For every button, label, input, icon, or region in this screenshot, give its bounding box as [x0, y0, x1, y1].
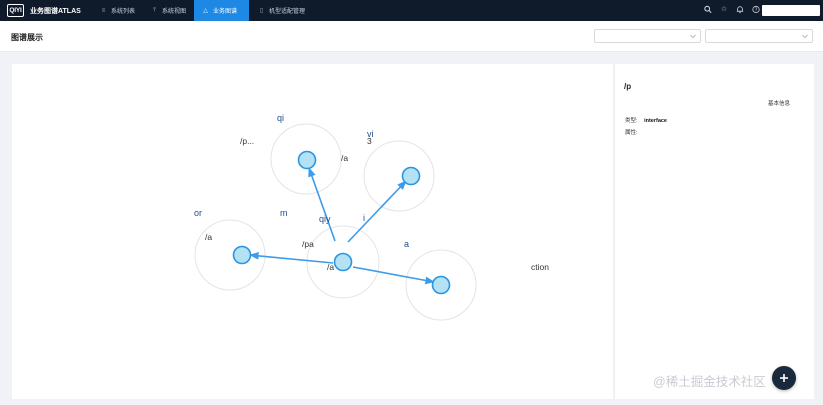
- nav-label: 机型适配管理: [269, 9, 306, 15]
- chevron-down-icon: [802, 34, 808, 39]
- graph-node[interactable]: [232, 245, 252, 265]
- node-label: a: [404, 239, 410, 249]
- detail-type: 类型: interface: [625, 116, 667, 124]
- graph-node[interactable]: [401, 166, 421, 186]
- chevron-down-icon: [690, 34, 696, 39]
- graph-svg[interactable]: [12, 64, 613, 399]
- type-value: interface: [644, 118, 667, 124]
- type-label: 类型:: [625, 118, 638, 124]
- top-navbar: QIYI 业务图谱ATLAS ≡ 系统列表 ⫯ 系统视图 △ 业务图谱 ▯ 机型…: [0, 0, 823, 21]
- graph-node[interactable]: [333, 252, 353, 272]
- node-label: /a: [341, 153, 349, 163]
- page-title: 图谱展示: [11, 33, 43, 42]
- detail-title: /p: [624, 82, 632, 91]
- nav-system-view[interactable]: ⫯ 系统视图: [143, 0, 194, 21]
- app-title: 业务图谱ATLAS: [30, 8, 81, 15]
- nav-business-graph[interactable]: △ 业务图谱: [194, 0, 249, 21]
- props-label: 属性:: [625, 130, 638, 136]
- tab-basic-info[interactable]: 基本信息: [768, 99, 790, 107]
- app-logo[interactable]: QIYI: [7, 4, 24, 17]
- help-icon[interactable]: ?: [751, 5, 761, 16]
- detail-panel: /p 基本信息 类型: interface 属性:: [614, 64, 814, 399]
- graph-node[interactable]: [297, 150, 317, 170]
- nav-label: 业务图谱: [213, 9, 238, 15]
- node-label: /pa: [302, 239, 314, 249]
- nav-label: 系统列表: [111, 9, 136, 15]
- node-halo: [363, 140, 435, 212]
- node-label: /a: [205, 232, 213, 242]
- share-icon: ⫯: [153, 7, 156, 13]
- nav-label: 系统视图: [162, 9, 187, 15]
- nav-system-list[interactable]: ≡ 系统列表: [92, 0, 143, 21]
- page-header: 图谱展示: [0, 21, 823, 52]
- node-label: qiy: [319, 214, 331, 224]
- node-label: ction: [531, 262, 549, 272]
- mobile-icon: ▯: [259, 8, 264, 14]
- interface-select[interactable]: [705, 29, 813, 43]
- detail-props: 属性:: [625, 128, 638, 136]
- system-select[interactable]: [594, 29, 701, 43]
- plus-icon: [780, 374, 788, 382]
- node-label: m: [280, 208, 288, 218]
- node-label: /p...: [240, 136, 255, 146]
- graph-node[interactable]: [431, 275, 451, 295]
- node-label: or: [194, 208, 203, 218]
- node-label: vi: [367, 129, 374, 139]
- watermark: @稀土掘金技术社区: [653, 375, 766, 389]
- list-icon: ≡: [101, 7, 106, 14]
- star-icon[interactable]: ☆: [719, 5, 729, 16]
- floating-action-button[interactable]: [772, 366, 796, 390]
- graph-canvas[interactable]: qi /p... 3 vi /a or m /a qiy i /pa a /a …: [12, 64, 613, 399]
- user-search-input[interactable]: [762, 5, 820, 16]
- bell-icon[interactable]: [735, 5, 745, 16]
- node-label: i: [363, 213, 365, 223]
- nav-device-adapt[interactable]: ▯ 机型适配管理: [250, 0, 313, 21]
- node-label: /a: [327, 262, 335, 272]
- graph-icon: △: [203, 8, 208, 14]
- search-icon[interactable]: [703, 5, 713, 16]
- node-label: qi: [277, 113, 285, 123]
